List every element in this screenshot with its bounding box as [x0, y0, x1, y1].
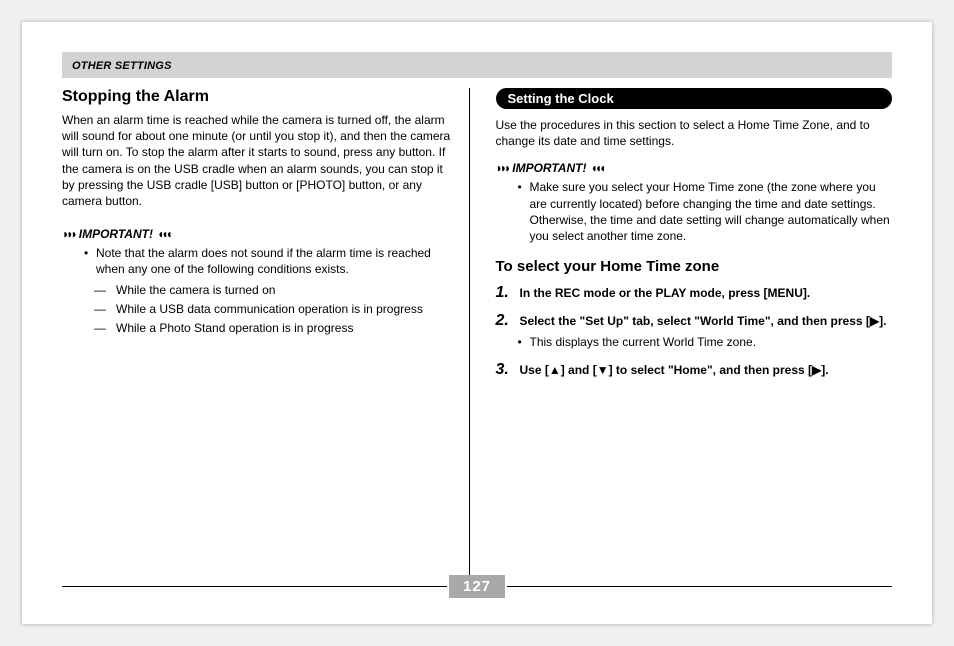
step-note: This displays the current World Time zon…	[520, 334, 893, 350]
left-column: Stopping the Alarm When an alarm time is…	[62, 88, 470, 578]
important-label: IMPORTANT!	[512, 161, 586, 175]
arrows-left-icon: ◖◖◖	[590, 161, 603, 175]
step-text: In the REC mode or the PLAY mode, press …	[520, 285, 893, 301]
bullet-item: Make sure you select your Home Time zone…	[530, 179, 893, 244]
important-heading: ◗◗◗ IMPORTANT! ◖◖◖	[62, 227, 459, 241]
section-header-bar: OTHER SETTINGS	[62, 52, 892, 78]
arrows-right-icon: ◗◗◗	[496, 161, 509, 175]
breadcrumb: OTHER SETTINGS	[72, 60, 172, 72]
footer-rule	[507, 586, 892, 587]
important-heading: ◗◗◗ IMPORTANT! ◖◖◖	[496, 161, 893, 175]
right-intro: Use the procedures in this section to se…	[496, 117, 893, 149]
manual-page: OTHER SETTINGS Stopping the Alarm When a…	[22, 22, 932, 624]
step-text: Use [▲] and [▼] to select "Home", and th…	[520, 362, 893, 378]
pill-heading: Setting the Clock	[496, 88, 893, 109]
step-text: Select the "Set Up" tab, select "World T…	[520, 313, 893, 329]
arrows-right-icon: ◗◗◗	[62, 227, 75, 241]
step-body: In the REC mode or the PLAY mode, press …	[520, 285, 893, 301]
step-number: 3.	[496, 362, 512, 378]
right-column: Setting the Clock Use the procedures in …	[490, 88, 893, 578]
page-footer: 127	[62, 575, 892, 598]
page-number: 127	[449, 575, 505, 598]
step-body: Use [▲] and [▼] to select "Home", and th…	[520, 362, 893, 378]
step: 1. In the REC mode or the PLAY mode, pre…	[496, 285, 893, 301]
important-content: Make sure you select your Home Time zone…	[496, 179, 893, 244]
step: 2. Select the "Set Up" tab, select "Worl…	[496, 313, 893, 349]
dash-item: While a Photo Stand operation is in prog…	[110, 320, 459, 336]
dash-item: While the camera is turned on	[110, 282, 459, 298]
columns: Stopping the Alarm When an alarm time is…	[62, 88, 892, 578]
left-title: Stopping the Alarm	[62, 88, 459, 106]
subtitle: To select your Home Time zone	[496, 258, 893, 275]
step-body: Select the "Set Up" tab, select "World T…	[520, 313, 893, 349]
arrows-left-icon: ◖◖◖	[157, 227, 170, 241]
step-number: 2.	[496, 313, 512, 349]
dash-list: While the camera is turned on While a US…	[96, 282, 459, 337]
bullet-item: Note that the alarm does not sound if th…	[96, 245, 459, 277]
step-number: 1.	[496, 285, 512, 301]
important-content: Note that the alarm does not sound if th…	[62, 245, 459, 336]
important-label: IMPORTANT!	[79, 227, 153, 241]
footer-rule	[62, 586, 447, 587]
left-paragraph: When an alarm time is reached while the …	[62, 112, 459, 209]
dash-item: While a USB data communication operation…	[110, 301, 459, 317]
step: 3. Use [▲] and [▼] to select "Home", and…	[496, 362, 893, 378]
